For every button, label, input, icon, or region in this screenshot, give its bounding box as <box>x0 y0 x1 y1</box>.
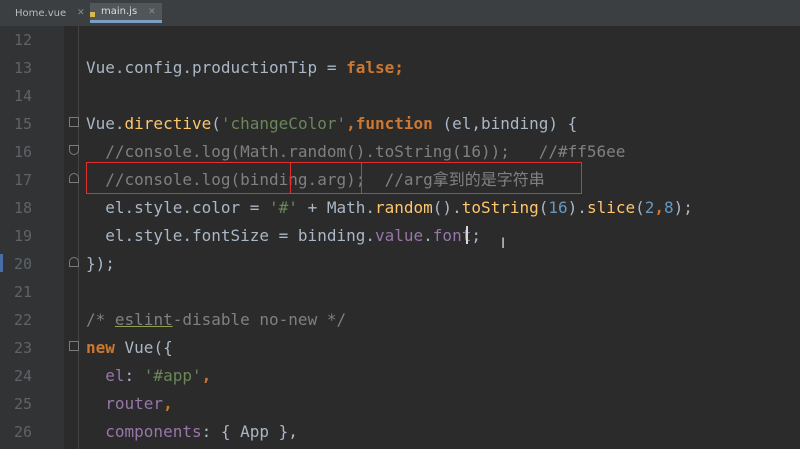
fold-open-icon[interactable] <box>69 341 79 351</box>
code-line-19: el.style.fontSize = binding.value.font; <box>86 226 481 245</box>
tab-main-js[interactable]: main.js ✕ <box>90 3 162 23</box>
line-number: 14 <box>13 87 32 105</box>
line-number: 21 <box>13 283 32 301</box>
gutter-change-marker <box>0 254 3 272</box>
close-icon[interactable]: ✕ <box>148 7 156 17</box>
line-number: 12 <box>13 31 32 49</box>
editor-tab-bar: Home.vue ✕ main.js ✕ <box>0 0 800 27</box>
code-line-18: el.style.color = '#' + Math.random().toS… <box>86 198 693 217</box>
line-number: 22 <box>13 311 32 329</box>
line-number: 25 <box>13 395 32 413</box>
close-icon[interactable]: ✕ <box>77 8 85 18</box>
line-number: 23 <box>13 339 32 357</box>
fold-close-icon[interactable] <box>69 257 79 267</box>
line-number: 18 <box>13 199 32 217</box>
line-number: 15 <box>13 115 32 133</box>
tab-label: main.js <box>101 6 138 17</box>
code-line-20: }); <box>86 254 115 273</box>
line-number: 26 <box>13 423 32 441</box>
fold-marker-icon[interactable] <box>69 145 79 155</box>
mouse-ibeam-cursor: I <box>501 236 506 252</box>
code-line-26: components: { App }, <box>86 422 298 441</box>
code-line-13: Vue.config.productionTip = false; <box>86 58 404 77</box>
tab-label: Home.vue <box>15 7 67 19</box>
text-caret <box>466 226 468 244</box>
code-line-15: Vue.directive('changeColor',function (el… <box>86 114 578 133</box>
code-line-22: /* eslint-disable no-new */ <box>86 310 347 329</box>
line-number: 17 <box>13 171 32 189</box>
line-number: 19 <box>13 227 32 245</box>
line-number: 20 <box>13 255 32 273</box>
gutter-divider <box>78 26 79 449</box>
line-number: 13 <box>13 59 32 77</box>
line-number: 24 <box>13 367 32 385</box>
highlight-box-arg-comment <box>290 162 582 194</box>
code-line-24: el: '#app', <box>86 366 212 385</box>
line-number: 16 <box>13 143 32 161</box>
tab-home-vue[interactable]: Home.vue ✕ <box>4 3 86 23</box>
code-line-23: new Vue({ <box>86 338 173 357</box>
fold-marker-icon[interactable] <box>69 173 79 183</box>
line-number-gutter: 12 13 14 15 16 17 18 19 20 21 22 23 24 2… <box>0 26 64 449</box>
code-line-25: router, <box>86 394 173 413</box>
fold-open-icon[interactable] <box>69 117 79 127</box>
